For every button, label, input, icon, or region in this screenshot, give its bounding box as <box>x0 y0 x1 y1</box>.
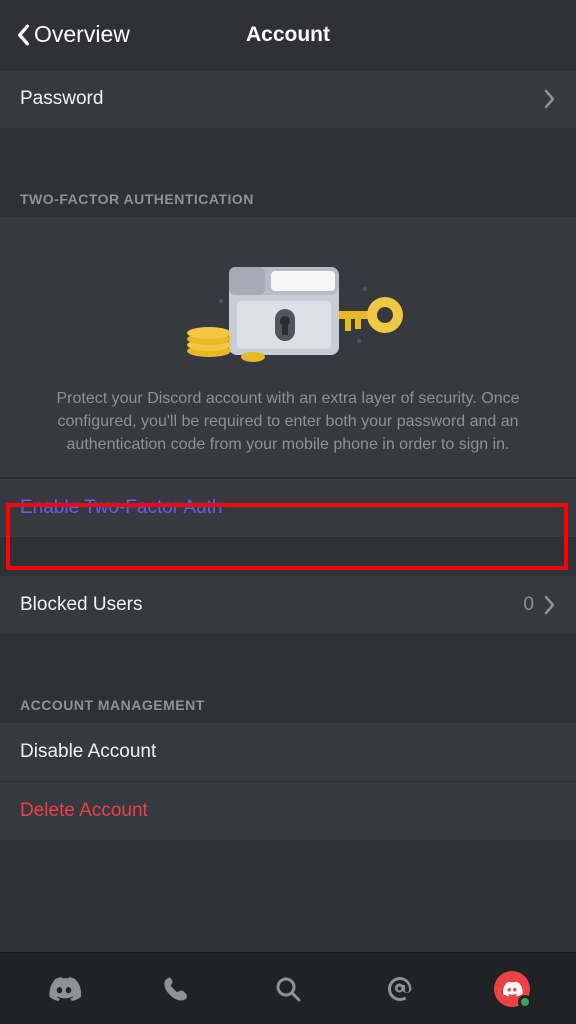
disable-account-label: Disable Account <box>20 741 156 763</box>
header-bar: Overview Account <box>0 0 576 70</box>
phone-wave-icon <box>161 974 191 1004</box>
enable-twofa-button[interactable]: Enable Two-Factor Auth <box>0 478 576 538</box>
password-row[interactable]: Password <box>0 70 576 129</box>
chevron-right-icon <box>544 595 556 615</box>
chevron-left-icon <box>16 24 30 46</box>
at-icon <box>385 974 415 1004</box>
bottom-nav <box>0 952 576 1024</box>
search-icon <box>274 975 302 1003</box>
spacer <box>0 129 576 167</box>
twofa-section-header: TWO-FACTOR AUTHENTICATION <box>0 167 576 217</box>
blocked-users-row[interactable]: Blocked Users 0 <box>0 576 576 635</box>
chevron-right-icon <box>544 89 556 109</box>
back-button[interactable]: Overview <box>16 21 130 48</box>
password-label: Password <box>20 88 103 110</box>
twofa-description: Protect your Discord account with an ext… <box>0 379 576 477</box>
account-mgmt-header: ACCOUNT MANAGEMENT <box>0 673 576 723</box>
nav-mentions[interactable] <box>376 965 424 1013</box>
nav-profile[interactable] <box>488 965 536 1013</box>
twofa-block: Protect your Discord account with an ext… <box>0 217 576 478</box>
delete-account-label: Delete Account <box>20 800 148 822</box>
spacer <box>0 635 576 673</box>
chest-key-icon <box>163 241 413 371</box>
page-title: Account <box>246 23 330 47</box>
nav-friends[interactable] <box>152 965 200 1013</box>
avatar <box>494 971 530 1007</box>
back-label: Overview <box>34 21 130 48</box>
blocked-users-label: Blocked Users <box>20 594 143 616</box>
spacer <box>0 538 576 576</box>
twofa-illustration <box>0 217 576 379</box>
nav-discord[interactable] <box>40 965 88 1013</box>
disable-account-row[interactable]: Disable Account <box>0 723 576 782</box>
discord-icon <box>47 976 81 1002</box>
enable-twofa-label: Enable Two-Factor Auth <box>20 497 222 518</box>
nav-search[interactable] <box>264 965 312 1013</box>
discord-logo-icon <box>501 981 523 997</box>
blocked-users-count: 0 <box>523 594 534 616</box>
delete-account-row[interactable]: Delete Account <box>0 782 576 841</box>
status-indicator <box>518 995 532 1009</box>
